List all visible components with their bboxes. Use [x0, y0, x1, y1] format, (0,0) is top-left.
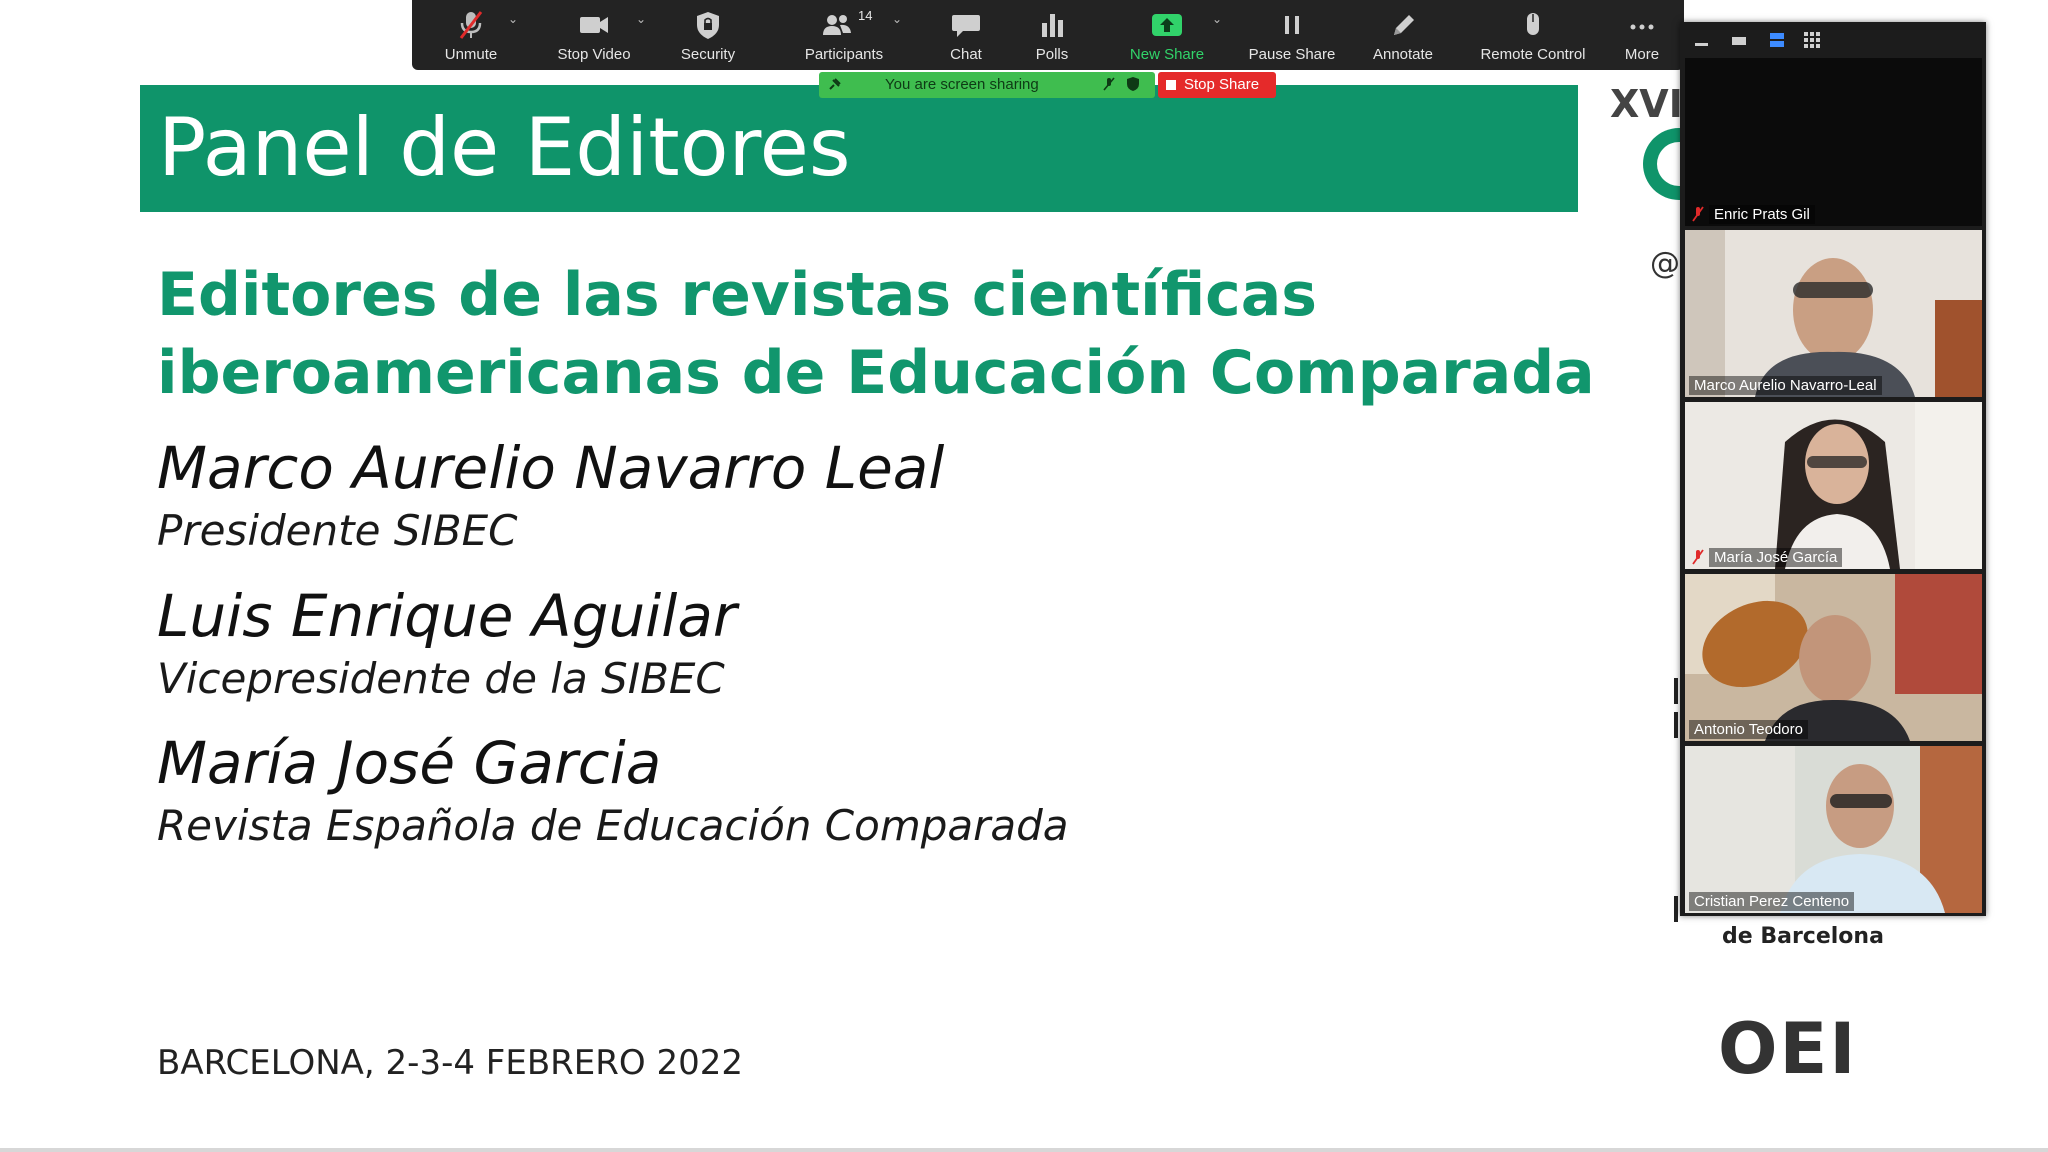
- remote-control-button[interactable]: Remote Control: [1458, 0, 1608, 70]
- panelist-name: Luis Enrique Aguilar: [157, 582, 737, 650]
- slide-subtitle: Editores de las revistas científicas ibe…: [157, 256, 1597, 412]
- stop-video-label: Stop Video: [557, 46, 631, 63]
- pause-share-button[interactable]: Pause Share: [1232, 0, 1352, 70]
- chevron-down-icon[interactable]: ⌄: [636, 12, 646, 26]
- participants-count: 14: [858, 8, 873, 23]
- participant-name: Antonio Teodoro: [1689, 720, 1808, 739]
- partial-congress-number: XVI: [1610, 82, 1683, 126]
- polls-label: Polls: [1035, 46, 1069, 63]
- participant-name: Cristian Perez Centeno: [1689, 892, 1855, 911]
- unmute-button[interactable]: ⌄ Unmute: [416, 0, 526, 70]
- annotate-button[interactable]: Annotate: [1348, 0, 1458, 70]
- slide-title-bar: Panel de Editores: [140, 85, 1578, 212]
- participants-icon: [823, 15, 852, 35]
- mic-muted-icon: [1692, 206, 1704, 222]
- strip-view-icon[interactable]: [1767, 30, 1787, 50]
- subtitle-line-2: iberoamericanas de Educación Comparada: [157, 338, 1595, 408]
- participant-name: María José García: [1709, 548, 1843, 567]
- panelist-role: Revista Española de Educación Comparada: [157, 801, 1069, 850]
- remote-control-label: Remote Control: [1480, 46, 1586, 63]
- video-panel-header: [1680, 22, 1986, 58]
- more-label: More: [1624, 46, 1660, 63]
- panelist-2: Luis Enrique Aguilar Vicepresidente de l…: [157, 580, 737, 706]
- university-name: de Barcelona: [1722, 924, 1884, 949]
- pin-icon[interactable]: [827, 76, 843, 92]
- meeting-toolbar: ⌄ Unmute ⌄ Stop Video Security 14 ⌄ Part…: [412, 0, 1684, 70]
- pencil-icon: [1394, 15, 1414, 35]
- chevron-down-icon[interactable]: ⌄: [508, 12, 518, 26]
- participant-tile[interactable]: Marco Aurelio Navarro-Leal: [1685, 230, 1982, 397]
- slide-bottom-border: [0, 1148, 2048, 1152]
- event-date: BARCELONA, 2-3-4 FEBRERO 2022: [157, 1043, 743, 1083]
- speaker-view-icon[interactable]: [1729, 30, 1749, 50]
- video-gallery-panel[interactable]: Enric Prats Gil Marco Aurelio Navarro-Le…: [1680, 22, 1986, 916]
- more-button[interactable]: More: [1602, 0, 1682, 70]
- security-button[interactable]: Security: [658, 0, 758, 70]
- partial-at-symbol: @: [1650, 246, 1680, 281]
- annotate-label: Annotate: [1372, 46, 1434, 63]
- participant-tile[interactable]: Antonio Teodoro: [1685, 574, 1982, 741]
- chevron-down-icon[interactable]: ⌄: [1212, 12, 1222, 26]
- stop-square-icon: [1166, 80, 1176, 90]
- mouse-icon: [1527, 13, 1539, 35]
- participant-name: Enric Prats Gil: [1709, 205, 1815, 224]
- participants-label: Participants: [804, 46, 884, 63]
- panelist-3: María José Garcia Revista Española de Ed…: [157, 727, 1069, 853]
- screen-sharing-text: You are screen sharing: [885, 76, 1039, 93]
- participant-video-feed: [1685, 230, 1982, 397]
- panelist-role: Vicepresidente de la SIBEC: [157, 654, 725, 703]
- chat-button[interactable]: Chat: [916, 0, 1016, 70]
- pause-share-label: Pause Share: [1248, 46, 1336, 63]
- shield-icon[interactable]: [1125, 76, 1141, 92]
- participant-tile[interactable]: Enric Prats Gil: [1685, 58, 1982, 226]
- panelist-1: Marco Aurelio Navarro Leal Presidente SI…: [157, 432, 944, 558]
- polls-button[interactable]: Polls: [1012, 0, 1092, 70]
- oei-logo: OEI: [1718, 1008, 1858, 1090]
- screen-sharing-banner: You are screen sharing: [819, 72, 1155, 98]
- shield-icon: [697, 12, 719, 39]
- unmute-label: Unmute: [444, 46, 498, 63]
- partial-text-fragment: [1674, 712, 1678, 738]
- minimize-icon[interactable]: [1692, 30, 1712, 50]
- subtitle-line-1: Editores de las revistas científicas: [157, 260, 1317, 330]
- panelist-role: Presidente SIBEC: [157, 506, 518, 555]
- ellipsis-icon: [1630, 24, 1654, 30]
- chevron-down-icon[interactable]: ⌄: [892, 12, 902, 26]
- new-share-button[interactable]: ⌄ New Share: [1112, 0, 1222, 70]
- partial-text-fragment: [1674, 678, 1678, 704]
- participant-name: Marco Aurelio Navarro-Leal: [1689, 376, 1882, 395]
- chat-label: Chat: [950, 46, 982, 63]
- partial-text-fragment: [1674, 896, 1678, 922]
- chat-bubble-icon: [952, 15, 980, 37]
- stop-share-label: Stop Share: [1184, 76, 1260, 93]
- participants-button[interactable]: 14 ⌄ Participants: [778, 0, 910, 70]
- participant-tile[interactable]: María José García: [1685, 402, 1982, 569]
- mic-muted-icon[interactable]: [1101, 76, 1117, 92]
- gallery-grid-icon[interactable]: [1802, 30, 1822, 50]
- panelist-name: María José Garcia: [157, 729, 662, 797]
- pause-icon: [1285, 16, 1299, 34]
- share-arrow-icon: [1152, 14, 1182, 36]
- mic-muted-icon: [459, 11, 483, 39]
- participant-video-feed: [1685, 574, 1982, 741]
- video-camera-icon: [580, 17, 608, 33]
- new-share-label: New Share: [1129, 46, 1205, 63]
- stop-video-button[interactable]: ⌄ Stop Video: [534, 0, 654, 70]
- bar-chart-icon: [1042, 14, 1063, 37]
- participant-video-feed: [1685, 746, 1982, 913]
- stop-share-button[interactable]: Stop Share: [1158, 72, 1276, 98]
- participant-video-feed: [1685, 402, 1982, 569]
- mic-muted-icon: [1692, 549, 1704, 565]
- security-label: Security: [680, 46, 736, 63]
- participant-tile[interactable]: Cristian Perez Centeno: [1685, 746, 1982, 913]
- slide-title: Panel de Editores: [158, 101, 851, 194]
- panelist-name: Marco Aurelio Navarro Leal: [157, 434, 945, 502]
